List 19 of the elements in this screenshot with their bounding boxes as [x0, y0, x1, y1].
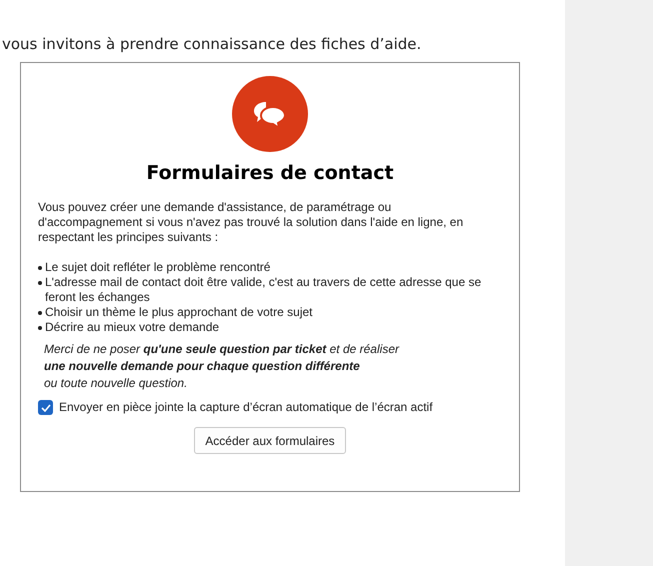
card-title: Formulaires de contact: [146, 161, 394, 186]
bullet-icon: [38, 311, 42, 315]
check-icon: [40, 404, 50, 412]
principle-text: Le sujet doit refléter le problème rencontré: [45, 260, 270, 275]
description-text: Vous pouvez créer une demande d'assistance, de paramétrage ou d'accompagnement si vous n'avez pas trouvé la solution dans l'aide en ligne, en respectant les principes suivants :: [38, 200, 464, 245]
note-line: une nouvelle demande pour chaque question différente: [44, 358, 361, 375]
intro-text: vous invitons à prendre connaissance des fiches d’aide.: [2, 34, 422, 55]
screenshot-checkbox[interactable]: [38, 400, 53, 415]
note-line: Merci de ne poser qu'une seule question par ticket et de réaliser: [44, 341, 400, 358]
note-line: ou toute nouvelle question.: [44, 375, 188, 392]
principle-text: Décrire au mieux votre demande: [45, 320, 220, 335]
bullet-icon: [38, 281, 42, 285]
principle-text: Choisir un thème le plus approchant de votre sujet: [45, 305, 312, 320]
principle-text: L'adresse mail de contact doit être valide, c'est au travers de cette adresse que se feront les échanges: [45, 275, 482, 305]
checkbox-label: Envoyer en pièce jointe la capture d’écran automatique de l’écran actif: [59, 400, 433, 415]
bullet-icon: [38, 266, 42, 270]
chat-bubbles-icon: [232, 76, 308, 152]
bullet-icon: [38, 326, 42, 330]
open-forms-button[interactable]: Accéder aux formulaires: [194, 427, 346, 454]
